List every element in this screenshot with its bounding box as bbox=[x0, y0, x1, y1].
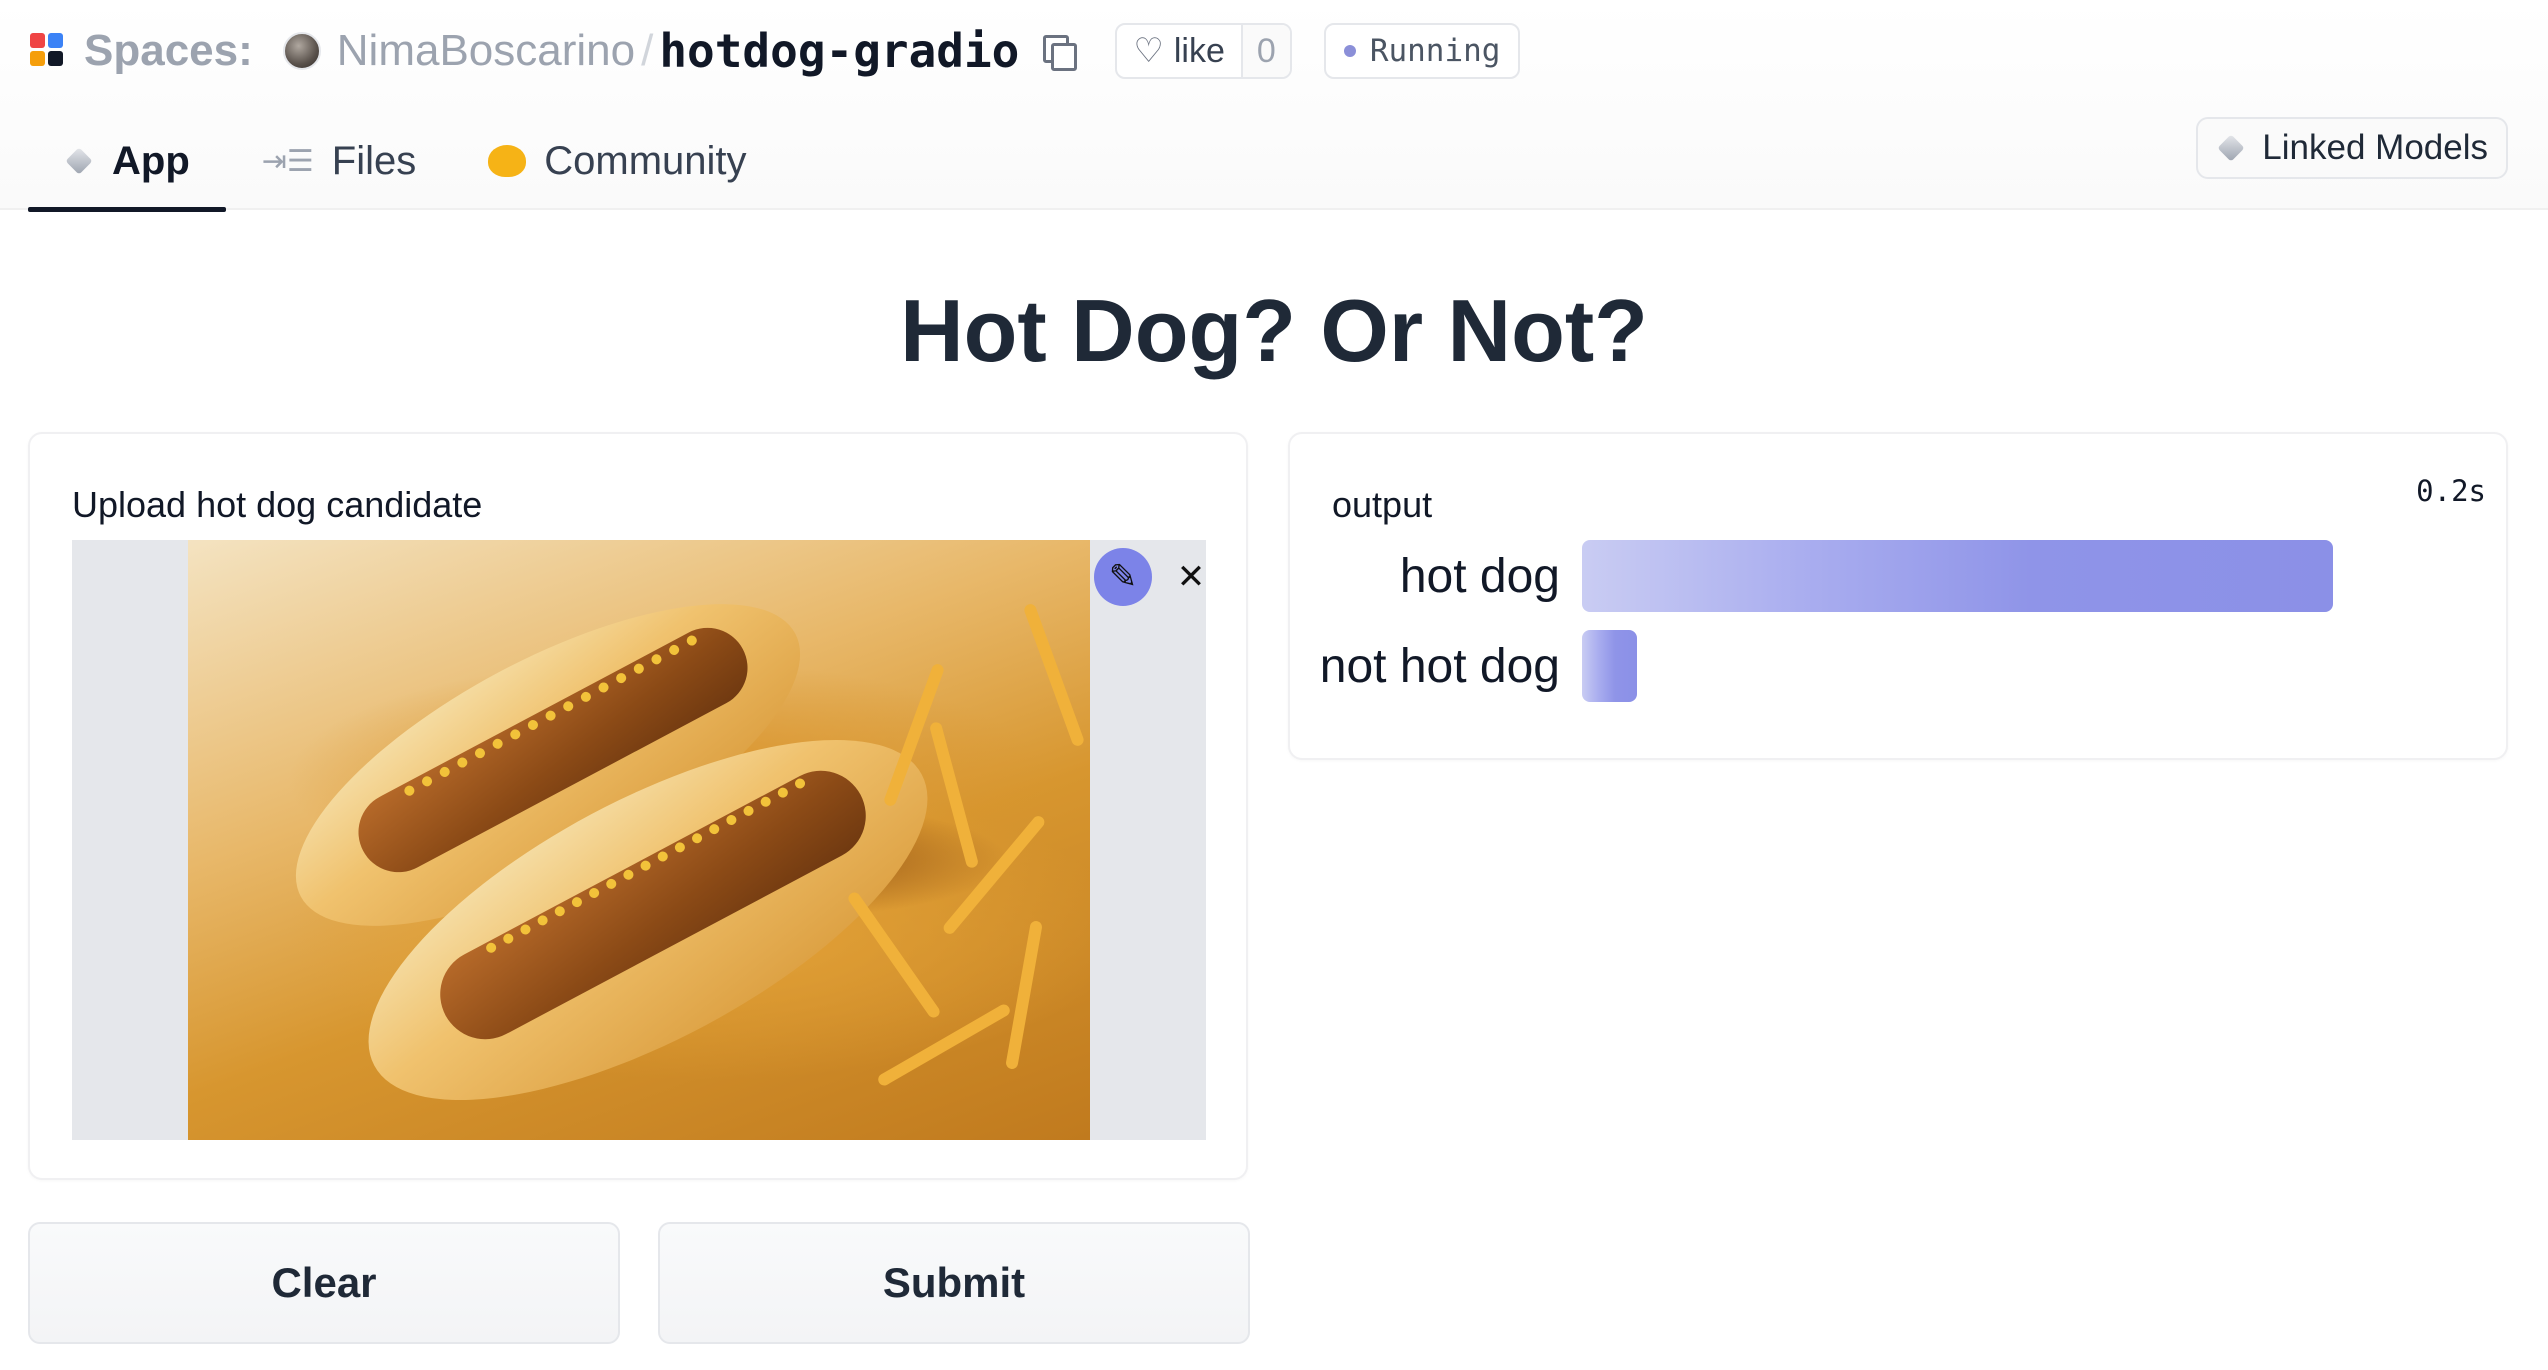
linked-models-button[interactable]: Linked Models bbox=[2196, 117, 2508, 179]
like-button[interactable]: ♡ like 0 bbox=[1115, 23, 1292, 79]
tab-files[interactable]: ⇥☰ Files bbox=[226, 112, 452, 210]
clear-button[interactable]: Clear bbox=[28, 1222, 620, 1344]
heart-icon: ♡ bbox=[1133, 32, 1164, 70]
image-input-panel: Upload hot dog candidate ✎ ✕ bbox=[28, 432, 1248, 1180]
page: Spaces: NimaBoscarino / hotdog-gradio ♡ … bbox=[0, 0, 2548, 1370]
cube-icon bbox=[64, 146, 94, 176]
spaces-label[interactable]: Spaces: bbox=[84, 26, 253, 76]
status-badge: Running bbox=[1323, 23, 1521, 79]
space-header: Spaces: NimaBoscarino / hotdog-gradio ♡ … bbox=[0, 0, 2548, 212]
pencil-icon: ✎ bbox=[1108, 558, 1138, 596]
status-dot-icon bbox=[1343, 45, 1356, 57]
confidence-label: not hot dog bbox=[1319, 639, 1560, 693]
output-panel: output 0.2s hot dog not hot dog bbox=[1288, 432, 2508, 760]
spaces-logo-icon[interactable] bbox=[30, 33, 66, 69]
close-icon: ✕ bbox=[1176, 558, 1206, 596]
repo-name[interactable]: hotdog-gradio bbox=[659, 24, 1019, 78]
app-title: Hot Dog? Or Not? bbox=[900, 281, 1648, 380]
confidence-bar bbox=[1582, 540, 2333, 612]
confidence-row: hot dog bbox=[1290, 540, 2372, 612]
output-label: output bbox=[1332, 484, 1433, 525]
submit-button[interactable]: Submit bbox=[658, 1222, 1250, 1344]
tab-community-label: Community bbox=[544, 138, 747, 183]
tab-app[interactable]: App bbox=[28, 112, 226, 212]
confidence-bar bbox=[1582, 630, 1638, 702]
tab-community[interactable]: Community bbox=[452, 112, 782, 210]
latency-badge: 0.2s bbox=[2416, 474, 2486, 508]
owner-avatar[interactable] bbox=[282, 32, 321, 70]
like-main[interactable]: ♡ like bbox=[1117, 25, 1241, 77]
status-text: Running bbox=[1369, 33, 1501, 69]
path-separator: / bbox=[641, 26, 654, 75]
confidence-row: not hot dog bbox=[1290, 630, 2372, 702]
linked-models-label: Linked Models bbox=[2262, 128, 2488, 167]
files-icon: ⇥☰ bbox=[261, 144, 314, 178]
like-label: like bbox=[1173, 31, 1225, 70]
cube-icon bbox=[2216, 133, 2246, 163]
tab-files-label: Files bbox=[331, 138, 417, 183]
uploaded-image bbox=[188, 540, 1090, 1140]
edit-image-button[interactable]: ✎ bbox=[1094, 548, 1152, 606]
space-title-row: Spaces: NimaBoscarino / hotdog-gradio ♡ … bbox=[30, 18, 1521, 84]
tab-app-label: App bbox=[112, 138, 190, 183]
remove-image-button[interactable]: ✕ bbox=[1162, 548, 1206, 606]
image-upload-area[interactable]: ✎ ✕ bbox=[72, 540, 1206, 1140]
confidence-bar-track bbox=[1582, 540, 2372, 612]
copy-icon[interactable] bbox=[1041, 33, 1078, 71]
owner-link[interactable]: NimaBoscarino bbox=[337, 26, 635, 76]
like-count[interactable]: 0 bbox=[1240, 25, 1290, 77]
input-label: Upload hot dog candidate bbox=[72, 484, 483, 525]
confidence-bar-track bbox=[1582, 630, 2372, 702]
confidence-label: hot dog bbox=[1399, 549, 1560, 603]
space-tabs: App ⇥☰ Files Community bbox=[28, 112, 783, 212]
community-icon bbox=[488, 145, 527, 177]
